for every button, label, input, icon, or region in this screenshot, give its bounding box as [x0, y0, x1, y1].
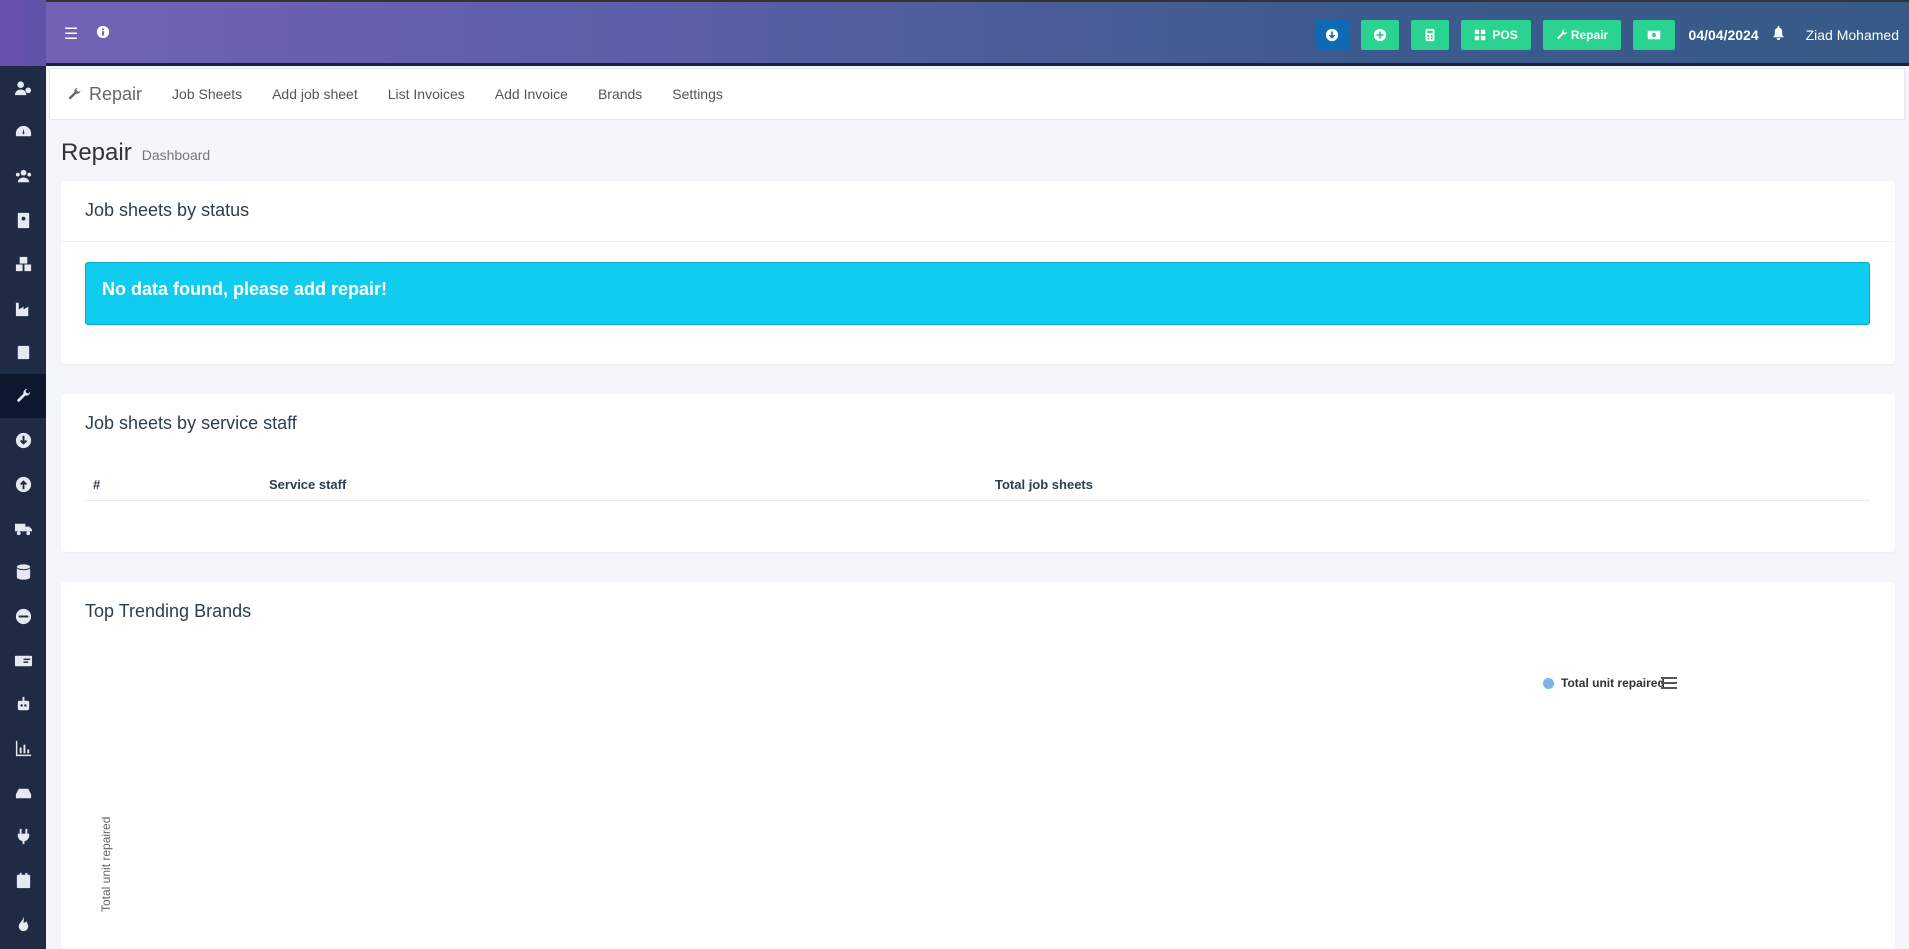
repair-button-label: Repair: [1570, 28, 1609, 42]
user-cog-icon: [14, 80, 31, 95]
bell-icon: [1772, 25, 1784, 40]
subnav-brand-label: Repair: [89, 83, 143, 104]
sidebar-item-automation[interactable]: [0, 682, 46, 726]
hdd-icon: [15, 788, 31, 798]
dashboard-gauge-icon: [15, 125, 31, 136]
subnav-settings[interactable]: Settings: [672, 86, 723, 102]
sidebar-item-storage[interactable]: [0, 770, 46, 814]
plus-circle-icon: [1373, 28, 1386, 42]
chart-legend-item[interactable]: Total unit repaired: [1543, 676, 1665, 690]
top-trending-brands-box: Top Trending Brands Total unit repaired …: [61, 582, 1895, 949]
grid-icon: [1475, 29, 1486, 41]
col-total-job-sheets[interactable]: Total job sheets: [987, 469, 1870, 501]
calculator-button[interactable]: [1410, 20, 1449, 50]
book-icon: [17, 345, 29, 359]
subnav-list-invoices[interactable]: List Invoices: [388, 86, 465, 102]
sidebar-item-contacts[interactable]: [0, 154, 46, 198]
money-check-icon: [14, 655, 32, 666]
repair-subnav: Repair Job Sheets Add job sheet List Inv…: [49, 68, 1905, 120]
sidebar-item-shipments[interactable]: [0, 506, 46, 550]
address-book-icon: [17, 212, 29, 228]
hamburger-menu-icon[interactable]: ☰: [62, 24, 80, 44]
sidebar-item-calendar[interactable]: [0, 858, 46, 902]
database-icon: [16, 563, 30, 580]
subnav-add-invoice[interactable]: Add Invoice: [495, 86, 568, 102]
page-header: Repair Dashboard: [61, 139, 210, 167]
sidebar-item-modules[interactable]: [0, 814, 46, 858]
no-data-alert: No data found, please add repair!: [85, 262, 1870, 325]
pos-button-label: POS: [1492, 28, 1518, 42]
arrow-up-circle-icon: [15, 476, 31, 492]
info-circle-icon[interactable]: [94, 25, 112, 44]
sidebar-item-manufacturing[interactable]: [0, 286, 46, 330]
subnav-brands[interactable]: Brands: [598, 86, 642, 102]
calculator-icon: [1425, 28, 1434, 42]
add-button[interactable]: [1360, 20, 1399, 50]
sidebar-item-repair[interactable]: [0, 374, 46, 418]
sidebar-item-expenses[interactable]: [0, 594, 46, 638]
top-header: ☰ POS Repair 04/04/2024 Ziad Mohamed: [46, 0, 1909, 66]
sidebar-item-payment-accounts[interactable]: [0, 638, 46, 682]
subnav-brand[interactable]: Repair: [66, 84, 142, 105]
table-header-row: # Service staff Total job sheets: [85, 469, 1870, 501]
sidebar-item-home[interactable]: [0, 110, 46, 154]
chart-y-axis-label: Total unit repaired: [99, 816, 113, 912]
staff-table: # Service staff Total job sheets: [85, 469, 1870, 501]
job-sheets-by-status-box: Job sheets by status No data found, plea…: [61, 181, 1895, 364]
sidebar-item-purchases[interactable]: [0, 418, 46, 462]
sidebar-logo-area: [0, 0, 46, 66]
subnav-job-sheets[interactable]: Job Sheets: [172, 86, 242, 102]
wrench-icon: [1556, 29, 1567, 40]
sidebar-item-products[interactable]: [0, 242, 46, 286]
notifications-button[interactable]: [1771, 25, 1786, 45]
download-circle-icon: [1325, 28, 1338, 42]
truck-icon: [14, 523, 32, 535]
cubes-icon: [15, 256, 31, 271]
users-icon: [15, 169, 31, 182]
cash-register-button[interactable]: [1632, 20, 1675, 50]
calendar-check-icon: [16, 872, 30, 888]
minus-circle-icon: [15, 608, 31, 624]
col-service-staff[interactable]: Service staff: [261, 469, 987, 501]
page-subtitle: Dashboard: [141, 147, 211, 163]
robot-icon: [17, 696, 29, 710]
page-title: Repair: [61, 139, 132, 166]
legend-label: Total unit repaired: [1561, 676, 1665, 690]
sidebar-item-trending[interactable]: [0, 902, 46, 946]
staff-box-title: Job sheets by service staff: [85, 413, 297, 433]
subnav-add-job-sheet[interactable]: Add job sheet: [272, 86, 358, 102]
arrow-down-circle-icon: [15, 432, 31, 448]
sidebar-item-book[interactable]: [0, 330, 46, 374]
sidebar-item-users-settings[interactable]: [0, 66, 46, 110]
sidebar-item-sales[interactable]: [0, 462, 46, 506]
sidebar-item-reports[interactable]: [0, 726, 46, 770]
chart-menu-icon[interactable]: [1661, 677, 1677, 691]
fire-icon: [18, 916, 28, 931]
wrench-icon: [68, 87, 81, 100]
brands-box-title: Top Trending Brands: [85, 601, 252, 621]
divider: [61, 241, 1895, 242]
sidebar-item-database[interactable]: [0, 550, 46, 594]
sidebar: [0, 0, 46, 949]
legend-dot: [1543, 677, 1554, 689]
plug-icon: [17, 828, 29, 844]
repair-button[interactable]: Repair: [1542, 20, 1621, 50]
download-button[interactable]: [1314, 20, 1349, 50]
job-sheets-by-staff-box: Job sheets by service staff # Service st…: [61, 394, 1895, 552]
current-date: 04/04/2024: [1688, 27, 1759, 43]
status-box-title: Job sheets by status: [85, 200, 250, 220]
col-index[interactable]: #: [85, 469, 261, 501]
industry-icon: [15, 302, 28, 316]
user-menu[interactable]: Ziad Mohamed: [1806, 27, 1899, 43]
wrench-icon: [16, 388, 30, 402]
money-icon: [1647, 30, 1660, 40]
sidebar-item-address-book[interactable]: [0, 198, 46, 242]
chart-bar-icon: [15, 740, 31, 756]
pos-button[interactable]: POS: [1460, 20, 1531, 50]
